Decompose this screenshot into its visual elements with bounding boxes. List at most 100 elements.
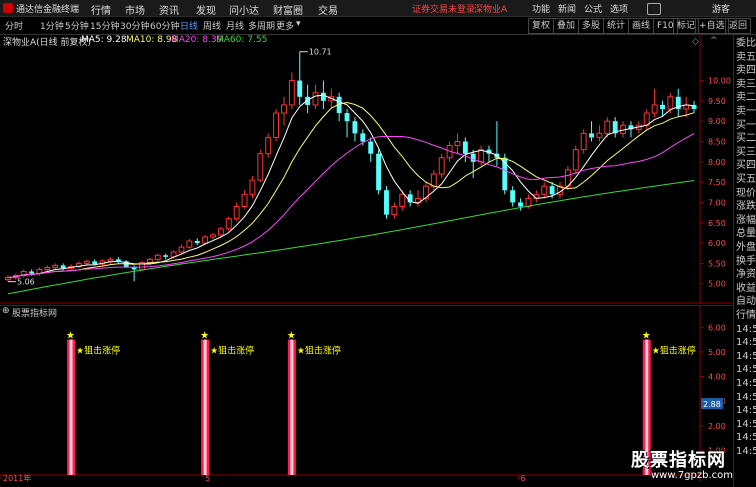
date-axis-label: 5 — [205, 474, 210, 482]
candle-body-up — [52, 264, 59, 268]
price-axis-label: 8.00 — [708, 158, 726, 167]
candle-body-up — [241, 193, 248, 207]
side-panel-item: 卖三 — [736, 78, 756, 90]
candle-body-up — [249, 179, 256, 195]
candle-body-down — [462, 141, 468, 154]
title-bar: 通达信金融终端 行情 市场 资讯 发现 问小达 财富圈 交易 证券交易未登录 深… — [0, 0, 756, 17]
signal-bar-highlight — [69, 339, 73, 475]
watermark-url: www.7gpzb.com — [651, 470, 733, 481]
adjust-button[interactable]: 复权 — [528, 18, 555, 34]
tab-30min[interactable]: 30分钟 — [120, 19, 149, 32]
multi-stock-button[interactable]: 多股 — [578, 18, 605, 34]
side-panel-item: 现价 — [736, 187, 756, 199]
tab-60min[interactable]: 60分钟 — [150, 19, 179, 32]
tab-monthly[interactable]: 月线 — [226, 19, 244, 32]
menu-wealth[interactable]: 财富圈 — [273, 2, 303, 17]
indicator-title: 股票指标网 — [12, 309, 58, 319]
candle-body-down — [29, 271, 35, 274]
candle-body-up — [154, 254, 161, 260]
low-price-label: 5.06 — [17, 278, 35, 287]
price-axis-label: 5.50 — [708, 259, 726, 268]
back-button[interactable]: 返回 — [725, 18, 752, 34]
candle-body-up — [186, 240, 193, 248]
side-panel-item: 14:5 — [736, 446, 756, 457]
tab-timeshare[interactable]: 分时 — [5, 19, 23, 32]
side-panel-item: 换手 — [736, 255, 756, 267]
signal-label: ★狙击涨停 — [210, 345, 254, 357]
menu-trade[interactable]: 交易 — [318, 2, 338, 17]
add-watchlist-button[interactable]: +自选 — [695, 18, 729, 34]
side-panel-item: 买二 — [736, 133, 756, 145]
menu-market[interactable]: 市场 — [125, 2, 145, 17]
candle-body-down — [344, 113, 350, 122]
candle-body-down — [368, 141, 374, 154]
candle-body-down — [60, 265, 66, 269]
candle-body-up — [225, 218, 232, 230]
candle-body-down — [163, 255, 169, 257]
candle-body-up — [478, 149, 485, 163]
overlay-button[interactable]: 叠加 — [553, 18, 580, 34]
candle-body-up — [257, 153, 264, 181]
app-name: 通达信金融终端 — [16, 5, 80, 15]
candle-body-down — [92, 261, 98, 265]
menu-news[interactable]: 资讯 — [159, 2, 179, 17]
candle-body-down — [470, 153, 476, 162]
candle-body-down — [194, 241, 200, 244]
side-panel-item: 14:5 — [736, 432, 756, 444]
candle-body-up — [454, 141, 461, 147]
draw-button[interactable]: 画线 — [628, 18, 655, 34]
side-panel-item: 14:5 — [736, 405, 756, 417]
side-panel-item: 自动 — [736, 296, 756, 308]
price-axis-label: 9.50 — [708, 97, 726, 106]
tab-5min[interactable]: 5分钟 — [65, 19, 89, 32]
side-panel-item: 14:5 — [736, 418, 756, 430]
indicator-menu-icon[interactable]: ⊕ — [2, 306, 10, 316]
candle-body-down — [549, 186, 555, 195]
side-panel-item: 买五 — [736, 174, 756, 185]
indicator-chart[interactable]: 6.005.004.003.002.001.002.88★★狙击涨停★★狙击涨停… — [0, 305, 733, 482]
price-axis-label: 7.50 — [708, 178, 726, 187]
menu-formula[interactable]: 公式 — [584, 2, 602, 15]
side-panel-item: 涨幅 — [736, 214, 756, 226]
candle-body-up — [430, 173, 437, 187]
candle-body-down — [360, 133, 366, 142]
menu-ask[interactable]: 问小达 — [229, 2, 259, 17]
side-panel-item: 涨跌 — [736, 201, 756, 213]
tab-15min[interactable]: 15分钟 — [90, 19, 119, 32]
candle-body-up — [178, 246, 185, 253]
menu-function[interactable]: 功能 — [532, 2, 550, 15]
candle-body-up — [265, 136, 272, 155]
tab-more[interactable]: 更多 — [276, 19, 294, 32]
tab-1min[interactable]: 1分钟 — [40, 19, 64, 32]
app-logo-icon — [3, 3, 13, 13]
indicator-axis-label: 6.00 — [708, 323, 726, 332]
tab-multi-period[interactable]: 多周期 — [248, 19, 275, 32]
side-panel-item: 买三 — [736, 146, 756, 158]
candle-body-up — [44, 266, 51, 270]
candle-body-up — [210, 234, 216, 238]
mail-icon[interactable] — [647, 3, 661, 15]
login-warning[interactable]: 证券交易未登录 — [412, 2, 475, 15]
menu-discover[interactable]: 发现 — [196, 2, 216, 17]
tab-weekly[interactable]: 周线 — [203, 19, 221, 32]
menu-headlines[interactable]: 新闻 — [558, 2, 576, 15]
tab-daily[interactable]: 日线 — [180, 19, 198, 32]
candle-body-up — [525, 197, 532, 207]
menu-options[interactable]: 选项 — [610, 2, 628, 15]
candle-body-up — [580, 132, 587, 151]
candlestick-chart[interactable]: 10.00 9.50 9.00 8.50 8.00 7.50 7.00 6.50 6.00 5.5… — [0, 34, 733, 304]
side-panel-item: 14:5 — [736, 364, 756, 376]
chevron-down-icon[interactable]: ▾ — [296, 19, 301, 29]
stats-button[interactable]: 统计 — [603, 18, 630, 34]
current-value-label: 2.88 — [703, 400, 721, 409]
candle-body-down — [352, 121, 358, 134]
side-panel-item: 卖一 — [736, 106, 756, 117]
guest-user[interactable]: 游客 — [712, 2, 730, 15]
period-toolbar: 分时 1分钟 5分钟 15分钟 30分钟 60分钟 日线 周线 月线 多周期 更… — [0, 17, 756, 35]
signal-star-icon: ★ — [642, 331, 651, 342]
date-axis-label: 2011年 — [3, 473, 31, 482]
menu-quotes[interactable]: 行情 — [91, 2, 111, 17]
candle-body-up — [202, 236, 209, 244]
candle-body-up — [541, 185, 548, 195]
candle-body-up — [399, 193, 406, 207]
